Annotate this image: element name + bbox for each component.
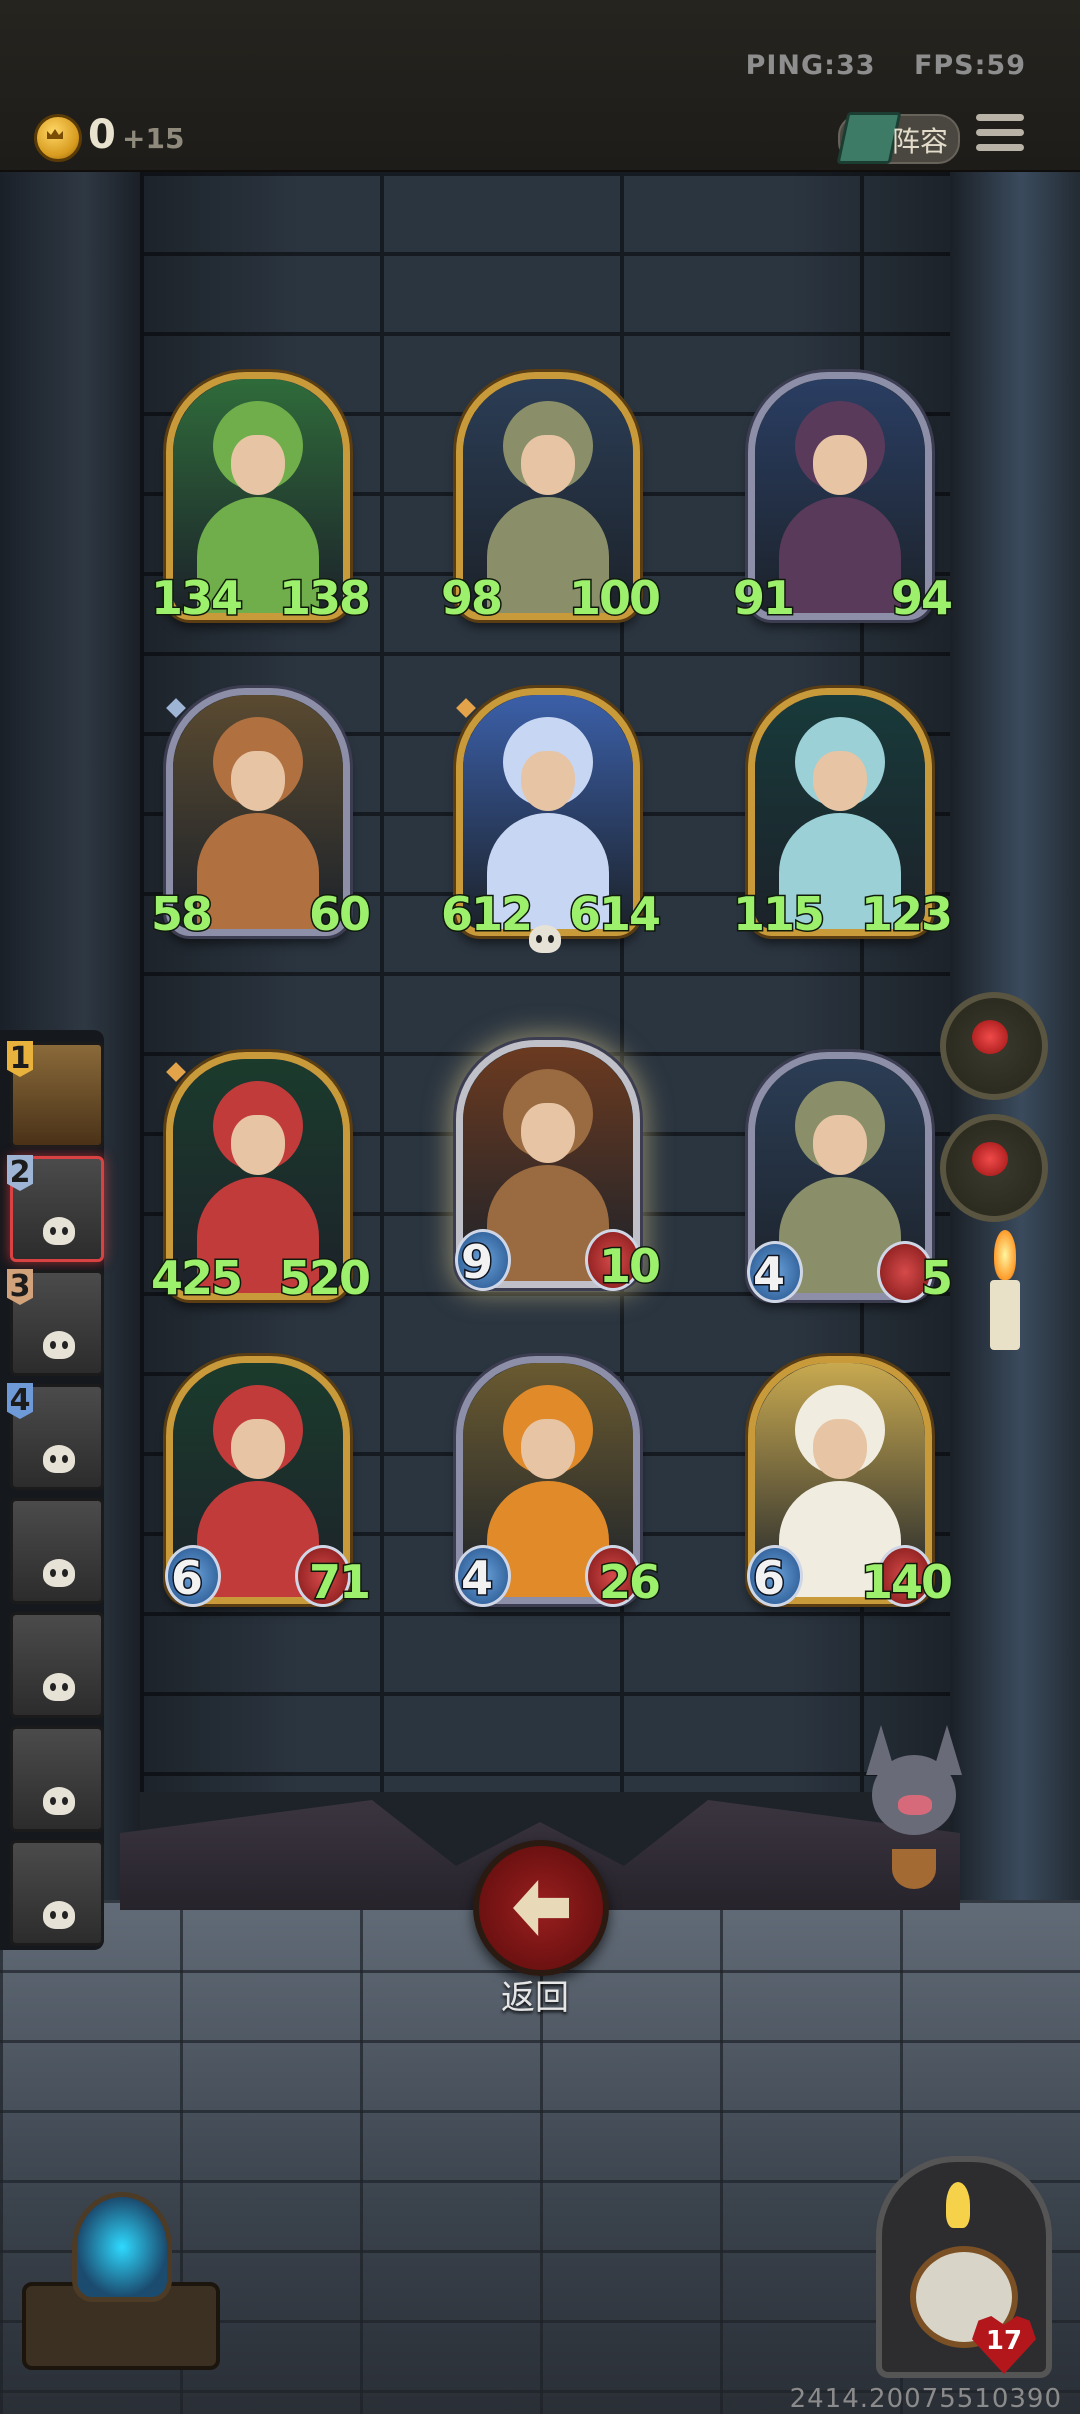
rose-item-icon[interactable] [940, 992, 1048, 1100]
unit-card-archer-boy[interactable]: 9 10 [455, 1040, 663, 1295]
skull-icon [41, 1901, 77, 1939]
health-heart: 17 [972, 2316, 1036, 2376]
opponent-roster: 1 2 3 4 [0, 1030, 104, 1950]
arrow-left-icon [513, 1880, 569, 1936]
lightning-orb-icon [72, 2192, 172, 2302]
unit-attack: 4 [751, 1246, 786, 1303]
unit-health: 26 [597, 1554, 662, 1611]
unit-health: 138 [277, 570, 372, 627]
unit-health: 5 [919, 1250, 954, 1307]
unit-attack: 6 [751, 1550, 786, 1607]
unit-health: 123 [859, 886, 954, 943]
skull-icon [41, 1787, 77, 1825]
unit-card-crowned-princess[interactable]: 115 123 [731, 688, 955, 943]
roster-rank: 3 [7, 1269, 33, 1305]
roster-rank: 2 [7, 1155, 33, 1191]
unit-attack: 425 [149, 1250, 244, 1307]
unit-card-mushroom-spider[interactable]: 98 100 [439, 372, 663, 627]
summon-shrine[interactable] [12, 2172, 220, 2370]
rose-item-icon[interactable] [940, 1114, 1048, 1222]
unit-card-blue-fairy[interactable]: 612 614 [439, 688, 663, 953]
skull-icon [527, 925, 563, 963]
unit-health: 614 [567, 886, 662, 943]
unit-attack: 4 [459, 1550, 494, 1607]
menu-icon[interactable] [976, 114, 1024, 158]
skull-icon [41, 1331, 77, 1369]
candle-icon [990, 1280, 1020, 1350]
unit-card-rose-elf[interactable]: 425 520 [149, 1052, 373, 1307]
unit-health: 100 [567, 570, 662, 627]
bat-mascot[interactable] [858, 1725, 968, 1895]
roster-rank: 1 [7, 1041, 33, 1077]
roster-slot[interactable]: 1 [7, 1041, 104, 1148]
unit-attack: 134 [149, 570, 244, 627]
unit-card-tree-witch[interactable]: 58 60 [149, 688, 373, 943]
roster-slot[interactable] [10, 1840, 104, 1946]
gold-income: +15 [122, 122, 185, 155]
unit-card-rose-elf-small[interactable]: 6 71 [165, 1356, 373, 1611]
unit-health: 10 [597, 1238, 662, 1295]
unit-card-plant-dryad[interactable]: 134 138 [149, 372, 373, 627]
back-button[interactable] [473, 1840, 609, 1976]
skull-icon [41, 1559, 77, 1597]
health-count: 17 [985, 2326, 1023, 2356]
top-bar: PING:33 FPS:59 0 +15 阵容 [0, 0, 1080, 173]
gold-coin-icon [34, 114, 82, 162]
roster-rank: 4 [7, 1383, 33, 1419]
fps-readout: FPS:59 [913, 50, 1026, 81]
unit-attack: 612 [439, 886, 534, 943]
unit-health: 71 [307, 1554, 372, 1611]
skull-icon [41, 1445, 77, 1483]
unit-health: 60 [307, 886, 372, 943]
skull-icon [41, 1217, 77, 1255]
unit-card-blue-elf[interactable]: 91 94 [731, 372, 955, 627]
build-version: 2414.20075510390 [789, 2384, 1062, 2414]
network-stats: PING:33 FPS:59 [718, 50, 1026, 81]
unit-card-mushroom-spider-small[interactable]: 45 [747, 1052, 955, 1307]
roster-slot[interactable] [10, 1612, 104, 1718]
roster-slot[interactable]: 4 [7, 1383, 104, 1490]
ping-readout: PING:33 [745, 50, 876, 81]
unit-health: 94 [889, 570, 954, 627]
roster-slot[interactable] [10, 1726, 104, 1832]
candle-flame-icon [994, 1230, 1016, 1280]
unit-card-pumpkin-girl[interactable]: 4 26 [455, 1356, 663, 1611]
unit-health: 140 [859, 1554, 954, 1611]
back-label[interactable]: 返回 [480, 1970, 590, 2019]
gold-amount: 0 [88, 112, 116, 158]
unit-health: 520 [277, 1250, 372, 1307]
unit-attack: 58 [149, 886, 214, 943]
skull-icon [41, 1673, 77, 1711]
lineup-label[interactable]: 阵容 [892, 120, 948, 160]
unit-attack: 115 [731, 886, 826, 943]
unit-attack: 91 [731, 570, 796, 627]
roster-slot[interactable]: 2 [7, 1155, 104, 1262]
unit-attack: 9 [459, 1234, 494, 1291]
unit-card-flower-girl[interactable]: 6 140 [747, 1356, 955, 1611]
bulb-icon [946, 2182, 970, 2228]
unit-attack: 6 [169, 1550, 204, 1607]
roster-slot[interactable]: 3 [7, 1269, 104, 1376]
unit-attack: 98 [439, 570, 504, 627]
roster-slot[interactable] [10, 1498, 104, 1604]
